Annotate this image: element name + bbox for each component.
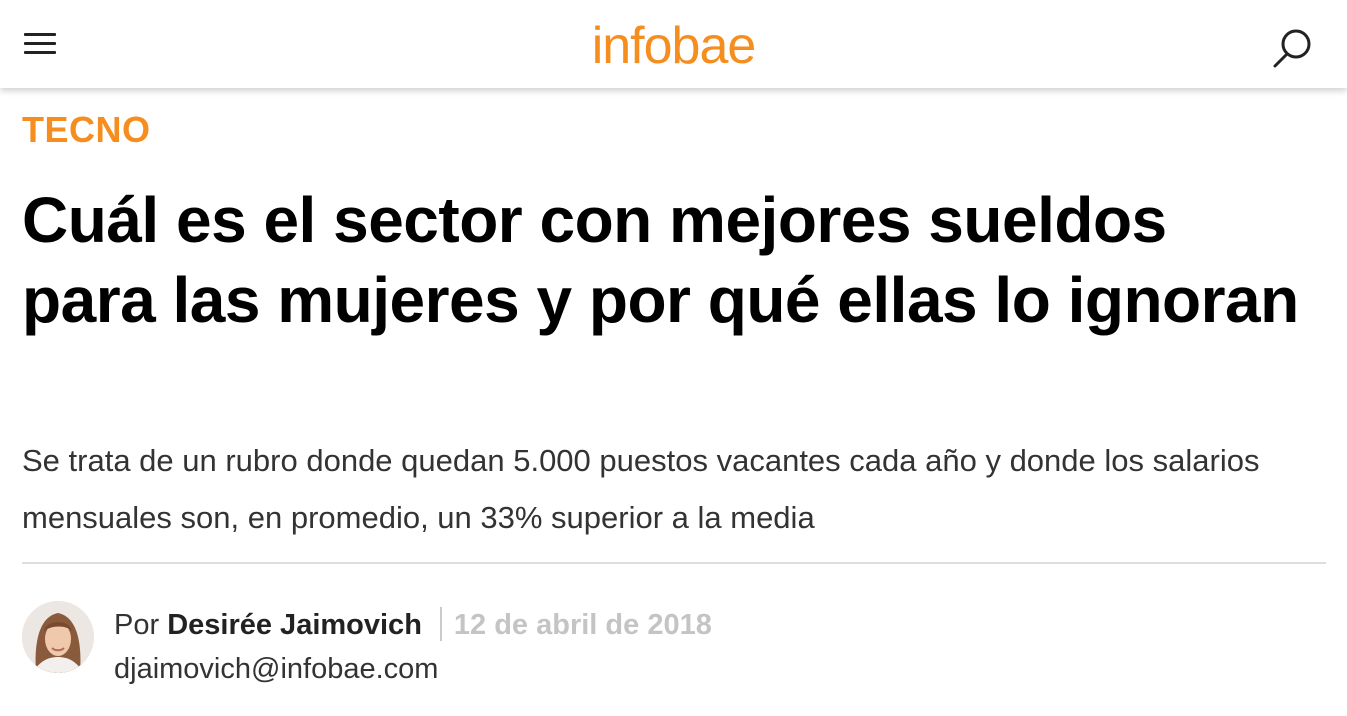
- top-header: infobae: [0, 0, 1347, 88]
- byline-prefix: Por: [114, 609, 160, 641]
- infobae-logo[interactable]: infobae: [0, 14, 1347, 78]
- section-label[interactable]: TECNO: [22, 108, 151, 152]
- byline-separator: [439, 607, 442, 642]
- article-headline: Cuál es el sector con mejores sueldos pa…: [22, 184, 1299, 336]
- article-page: infobae TECNO Cuál es el sector con mejo…: [0, 0, 1347, 716]
- author-block: Por Desirée Jaimovich 12 de abril de 2018…: [22, 601, 1326, 701]
- article-subtitle: Se trata de un rubro donde quedan 5.000 …: [22, 443, 1260, 535]
- divider: [22, 562, 1326, 564]
- author-email-link[interactable]: djaimovich@infobae.com: [114, 649, 438, 689]
- publish-date: 12 de abril de 2018: [453, 609, 712, 641]
- author-avatar[interactable]: [22, 601, 94, 673]
- byline: Por Desirée Jaimovich 12 de abril de 2018: [114, 605, 712, 645]
- author-name[interactable]: Desirée Jaimovich: [167, 609, 422, 641]
- avatar-image: [22, 601, 94, 673]
- search-icon[interactable]: [1268, 26, 1316, 70]
- search-icon-svg: [1273, 29, 1311, 68]
